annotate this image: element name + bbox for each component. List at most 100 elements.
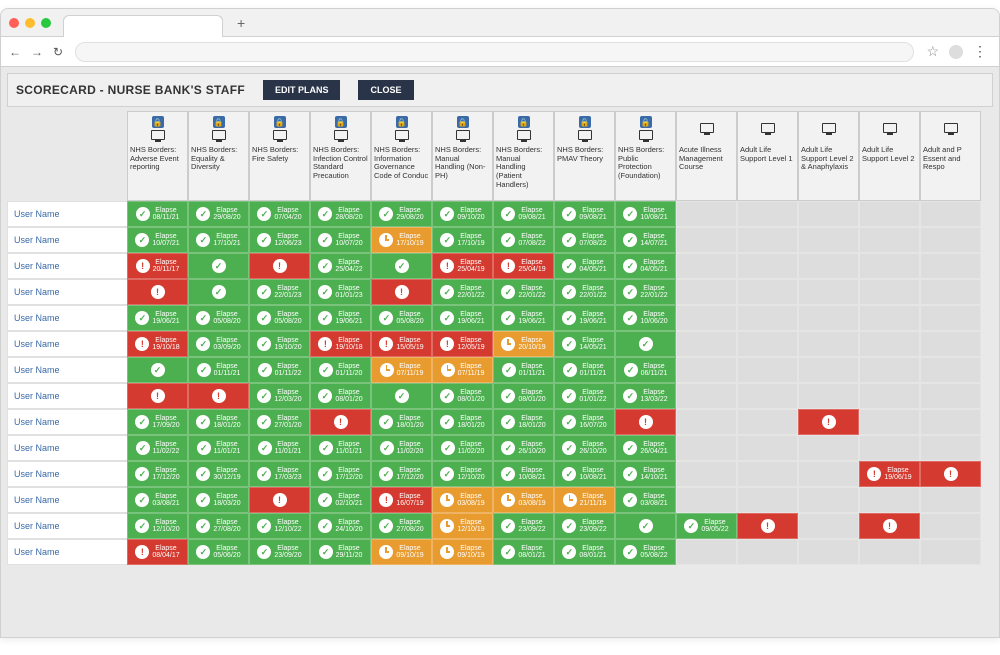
status-cell[interactable] [615,409,676,435]
status-cell[interactable] [615,331,676,357]
status-cell[interactable]: Elapse26/04/21 [615,435,676,461]
user-link[interactable]: User Name [14,261,60,271]
status-cell[interactable]: Elapse08/01/20 [310,383,371,409]
status-cell[interactable]: Elapse29/11/20 [310,539,371,565]
status-cell[interactable]: Elapse01/11/21 [493,357,554,383]
status-cell[interactable]: Elapse01/01/23 [310,279,371,305]
status-cell[interactable]: Elapse19/06/21 [554,305,615,331]
status-cell[interactable]: Elapse22/01/23 [249,279,310,305]
status-cell[interactable] [249,253,310,279]
status-cell[interactable]: Elapse10/08/21 [554,461,615,487]
column-header[interactable]: Adult Life Support Level 2 [859,111,920,201]
user-link[interactable]: User Name [14,209,60,219]
status-cell[interactable] [249,487,310,513]
status-cell[interactable]: Elapse18/01/20 [188,409,249,435]
status-cell[interactable]: Elapse27/01/20 [249,409,310,435]
status-cell[interactable]: Elapse09/08/21 [554,201,615,227]
status-cell[interactable] [188,253,249,279]
status-cell[interactable]: Elapse08/04/17 [127,539,188,565]
status-cell[interactable]: Elapse29/08/20 [188,201,249,227]
status-cell[interactable]: Elapse07/11/19 [371,357,432,383]
status-cell[interactable]: Elapse09/08/21 [493,201,554,227]
status-cell[interactable]: Elapse23/09/20 [249,539,310,565]
status-cell[interactable]: Elapse03/09/20 [188,331,249,357]
status-cell[interactable]: Elapse07/08/22 [493,227,554,253]
status-cell[interactable]: Elapse19/06/19 [859,461,920,487]
status-cell[interactable]: Elapse12/10/20 [127,513,188,539]
column-header[interactable]: 🔒NHS Borders: PMAV Theory [554,111,615,201]
status-cell[interactable]: Elapse10/06/20 [615,305,676,331]
user-link[interactable]: User Name [14,495,60,505]
user-link[interactable]: User Name [14,547,60,557]
user-link[interactable]: User Name [14,235,60,245]
status-cell[interactable]: Elapse12/10/22 [249,513,310,539]
status-cell[interactable] [371,279,432,305]
browser-tab[interactable] [63,15,223,37]
column-header[interactable]: 🔒NHS Borders: Fire Safety [249,111,310,201]
status-cell[interactable]: Elapse18/01/20 [432,409,493,435]
status-cell[interactable]: Elapse11/01/21 [249,435,310,461]
status-cell[interactable]: Elapse01/11/20 [310,357,371,383]
status-cell[interactable]: Elapse05/06/20 [188,539,249,565]
status-cell[interactable]: Elapse17/12/20 [310,461,371,487]
column-header[interactable]: Adult Life Support Level 2 & Anaphylaxis [798,111,859,201]
column-header[interactable]: 🔒NHS Borders: Equality & Diversity [188,111,249,201]
close-button[interactable]: CLOSE [358,80,413,100]
status-cell[interactable]: Elapse26/10/20 [493,435,554,461]
status-cell[interactable]: Elapse05/08/22 [615,539,676,565]
status-cell[interactable]: Elapse09/05/22 [676,513,737,539]
status-cell[interactable]: Elapse25/04/19 [493,253,554,279]
user-link[interactable]: User Name [14,521,60,531]
status-cell[interactable]: Elapse10/08/21 [615,201,676,227]
status-cell[interactable]: Elapse01/11/21 [188,357,249,383]
bookmark-icon[interactable]: ☆ [926,43,939,60]
status-cell[interactable]: Elapse04/05/21 [554,253,615,279]
status-cell[interactable]: Elapse17/10/21 [188,227,249,253]
status-cell[interactable]: Elapse17/03/23 [249,461,310,487]
status-cell[interactable]: Elapse10/07/20 [310,227,371,253]
status-cell[interactable] [920,461,981,487]
status-cell[interactable]: Elapse23/09/22 [493,513,554,539]
status-cell[interactable]: Elapse18/01/20 [371,409,432,435]
status-cell[interactable] [310,409,371,435]
status-cell[interactable]: Elapse11/02/22 [127,435,188,461]
status-cell[interactable]: Elapse08/01/21 [493,539,554,565]
status-cell[interactable]: Elapse19/10/20 [249,331,310,357]
status-cell[interactable]: Elapse28/08/20 [310,201,371,227]
status-cell[interactable] [737,513,798,539]
status-cell[interactable]: Elapse08/11/21 [127,201,188,227]
url-input[interactable] [75,42,914,62]
status-cell[interactable]: Elapse12/03/20 [249,383,310,409]
status-cell[interactable]: Elapse16/07/20 [554,409,615,435]
column-header[interactable]: 🔒NHS Borders: Manual Handling (Non-PH) [432,111,493,201]
status-cell[interactable]: Elapse21/11/19 [554,487,615,513]
status-cell[interactable]: Elapse17/12/20 [127,461,188,487]
status-cell[interactable]: Elapse12/10/20 [432,461,493,487]
status-cell[interactable]: Elapse19/06/21 [127,305,188,331]
status-cell[interactable]: Elapse22/01/22 [554,279,615,305]
status-cell[interactable]: Elapse09/10/19 [432,539,493,565]
forward-button[interactable]: → [31,45,43,59]
status-cell[interactable]: Elapse12/05/19 [432,331,493,357]
status-cell[interactable] [188,279,249,305]
reload-button[interactable]: ↻ [53,45,63,59]
column-header[interactable]: Adult and P Essent and Respo [920,111,981,201]
user-link[interactable]: User Name [14,391,60,401]
user-link[interactable]: User Name [14,339,60,349]
status-cell[interactable]: Elapse08/01/20 [432,383,493,409]
status-cell[interactable]: Elapse07/08/22 [554,227,615,253]
status-cell[interactable]: Elapse22/01/22 [493,279,554,305]
column-header[interactable]: 🔒NHS Borders: Manual Handling (Patient H… [493,111,554,201]
status-cell[interactable] [859,513,920,539]
status-cell[interactable] [127,383,188,409]
status-cell[interactable]: Elapse16/07/19 [371,487,432,513]
column-header[interactable]: 🔒NHS Borders: Adverse Event reporting [127,111,188,201]
status-cell[interactable]: Elapse26/10/20 [554,435,615,461]
status-cell[interactable]: Elapse03/08/21 [127,487,188,513]
status-cell[interactable] [615,513,676,539]
close-window-icon[interactable] [9,18,19,28]
user-link[interactable]: User Name [14,287,60,297]
status-cell[interactable]: Elapse19/06/21 [432,305,493,331]
status-cell[interactable]: Elapse22/01/22 [432,279,493,305]
status-cell[interactable]: Elapse30/12/19 [188,461,249,487]
